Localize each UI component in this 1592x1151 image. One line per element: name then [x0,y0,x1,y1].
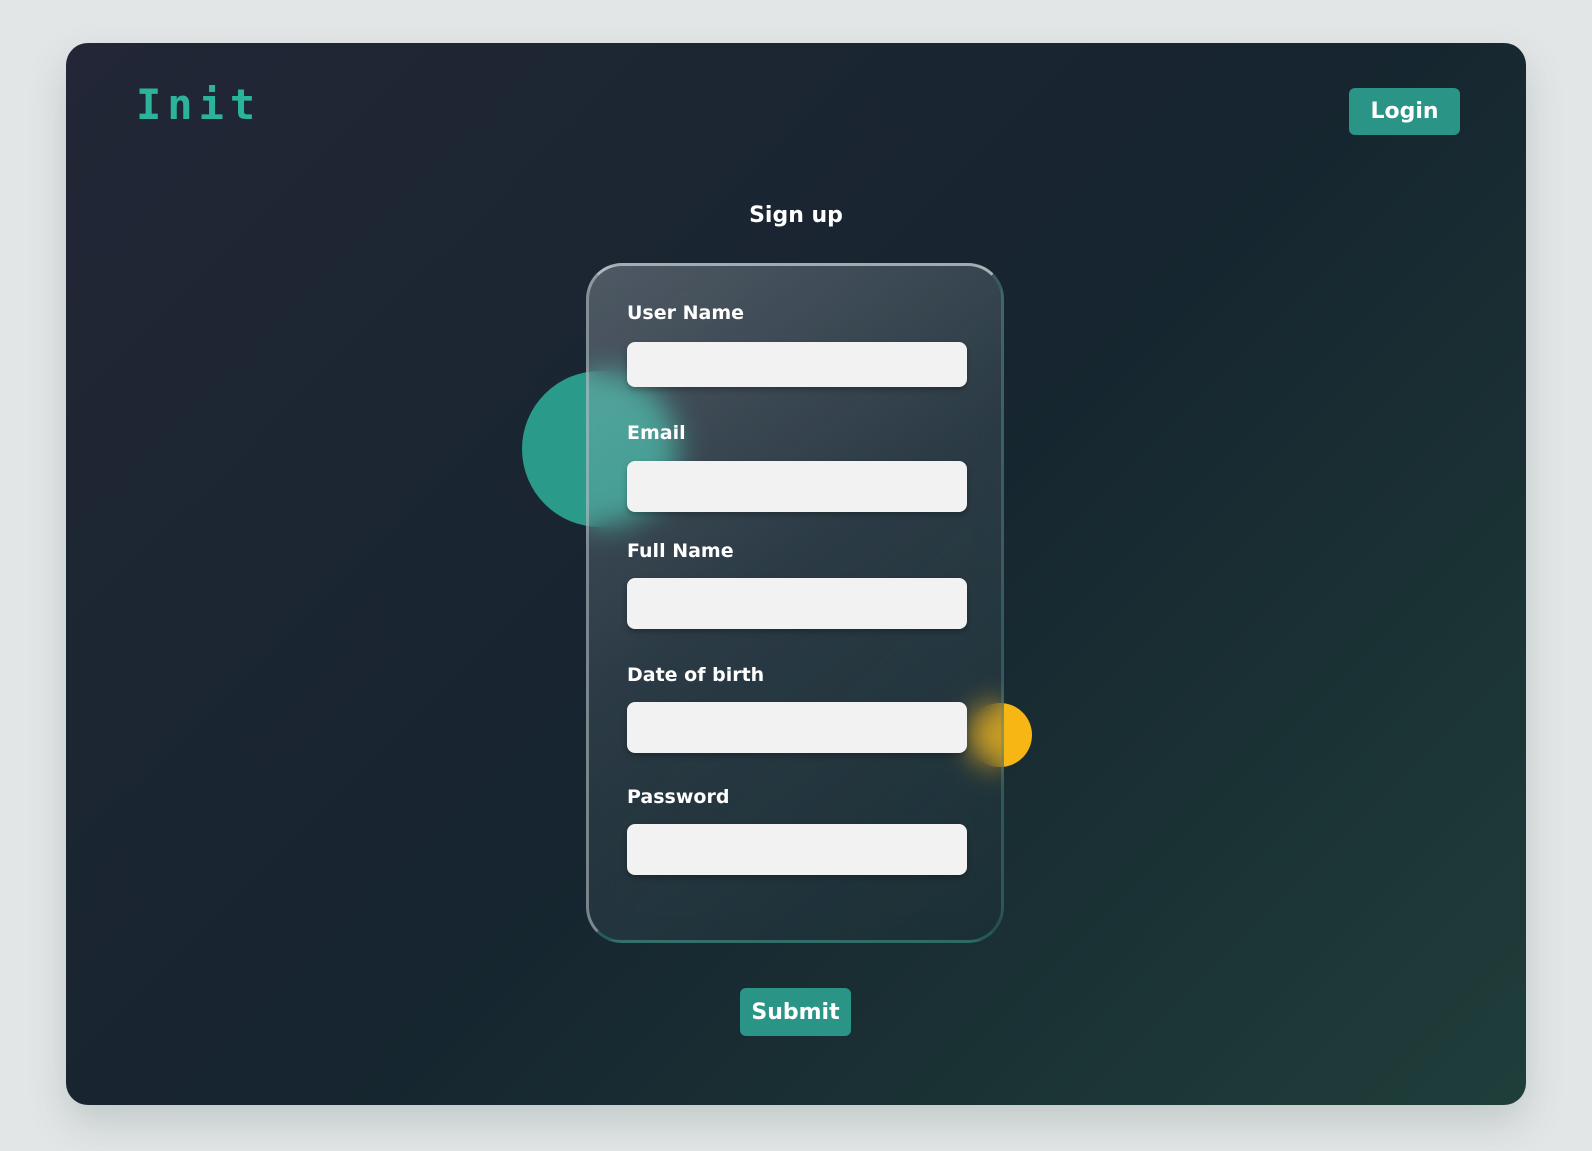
username-label: User Name [627,302,745,324]
full-name-input[interactable] [627,578,967,629]
email-input[interactable] [627,461,967,512]
signup-form-card: User Name Email Full Name Date of birth … [586,263,1004,943]
full-name-label: Full Name [627,540,734,562]
email-label: Email [627,422,686,444]
date-of-birth-input[interactable] [627,702,967,753]
password-label: Password [627,786,730,808]
logo: Init [136,80,262,129]
date-of-birth-label: Date of birth [627,664,765,686]
submit-button[interactable]: Submit [740,988,851,1036]
username-input[interactable] [627,342,967,387]
login-button[interactable]: Login [1349,88,1460,135]
password-input[interactable] [627,824,967,875]
page-title: Sign up [749,203,843,228]
app-frame: Init Login Sign up User Name Email Full … [66,43,1526,1105]
